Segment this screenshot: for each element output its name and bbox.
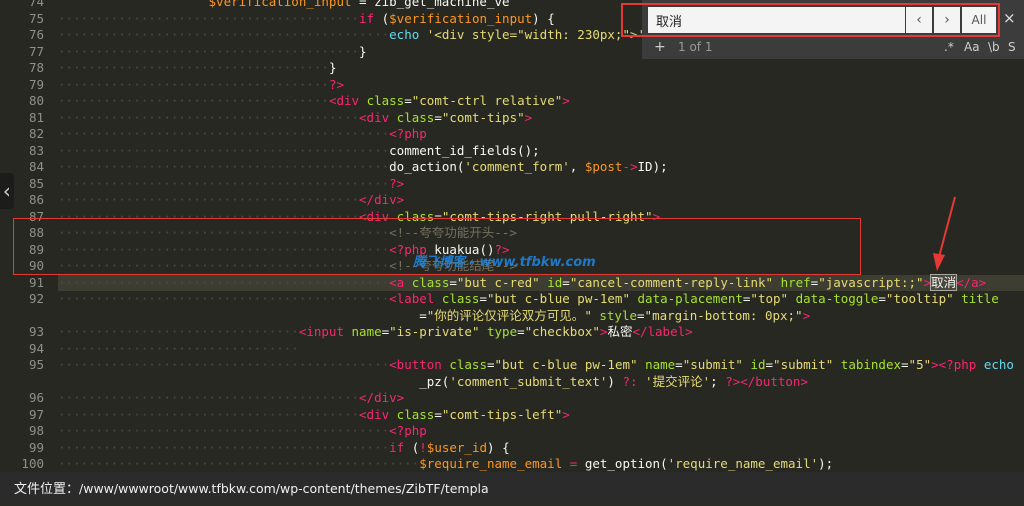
line-number: 77 [28,43,44,59]
code-line[interactable]: ········································… [58,407,1024,423]
line-number: 99 [28,439,44,455]
code-line[interactable]: ········································… [58,192,1024,208]
line-number: 83 [28,142,44,158]
collapse-panel-button[interactable]: ‹ [0,173,14,209]
code-line[interactable]: ········································… [58,143,1024,159]
code-line[interactable]: ········································… [58,291,1024,307]
code-line[interactable]: ········································… [58,126,1024,142]
line-number: 82 [28,126,44,141]
plus-icon[interactable]: + [654,38,666,56]
code-line[interactable]: ········································… [58,357,1024,373]
line-number: 74 [28,0,44,9]
code-line[interactable]: ································ [58,341,1024,357]
line-number: 94 [28,340,44,356]
code-line[interactable]: ································<input n… [58,324,1024,340]
line-number: 95 [28,357,44,372]
code-line[interactable]: ····································?> [58,77,1024,93]
watermark: 腾飞博客 - www.tfbkw.com [413,255,596,270]
match-count: 1 of 1 [678,40,713,54]
line-number: 78 [28,60,44,75]
line-number: 91 [28,274,44,290]
find-input[interactable] [648,7,905,33]
code-line[interactable]: ····································} [58,60,1024,76]
code-line[interactable]: ········································… [58,159,1024,175]
line-number: 92 [28,291,44,306]
close-icon[interactable]: × [1003,9,1016,27]
line-number: 75 [28,10,44,26]
word-option[interactable]: \b [988,38,1000,56]
code-line[interactable]: ········································… [58,390,1024,406]
code-line[interactable]: ········································… [58,176,1024,192]
file-location-label: 文件位置： [14,482,80,497]
line-number: 93 [28,324,44,339]
find-all-button[interactable]: All [962,7,996,33]
code-line[interactable]: ········································… [58,273,1024,291]
file-path: /www/wwwroot/www.tfbkw.com/wp-content/th… [79,481,489,496]
code-line[interactable]: _pz('comment_submit_text') ?: '提交评论'; ?>… [58,374,1024,390]
code-line[interactable]: ········································… [58,110,1024,126]
line-number: 79 [28,76,44,92]
line-number: 97 [28,406,44,422]
line-number: 98 [28,423,44,438]
find-prev-button[interactable]: ‹ [906,7,932,33]
case-option[interactable]: Aa [964,38,980,56]
selection-option[interactable]: S [1008,38,1016,56]
code-line[interactable]: ········································… [58,440,1024,456]
line-number: 100 [21,456,44,471]
code-line[interactable]: ········································… [58,456,1024,472]
find-panel-footer: + 1 of 1 .* Aa \b S [642,38,1024,56]
line-number: 80 [28,93,44,108]
code-line[interactable]: ="你的评论仅评论双方可见。" style="margin-bottom: 0p… [58,308,1024,324]
line-number: 81 [28,109,44,125]
code-line[interactable]: ····································<div… [58,93,1024,109]
code-line[interactable]: ········································… [58,423,1024,439]
annotation-arrow [933,196,956,271]
find-next-button[interactable]: › [934,7,960,33]
status-bar: 文件位置：/www/wwwroot/www.tfbkw.com/wp-conte… [0,472,1024,505]
regex-option[interactable]: .* [944,38,954,56]
line-number: 96 [28,390,44,405]
line-number: 76 [28,27,44,42]
